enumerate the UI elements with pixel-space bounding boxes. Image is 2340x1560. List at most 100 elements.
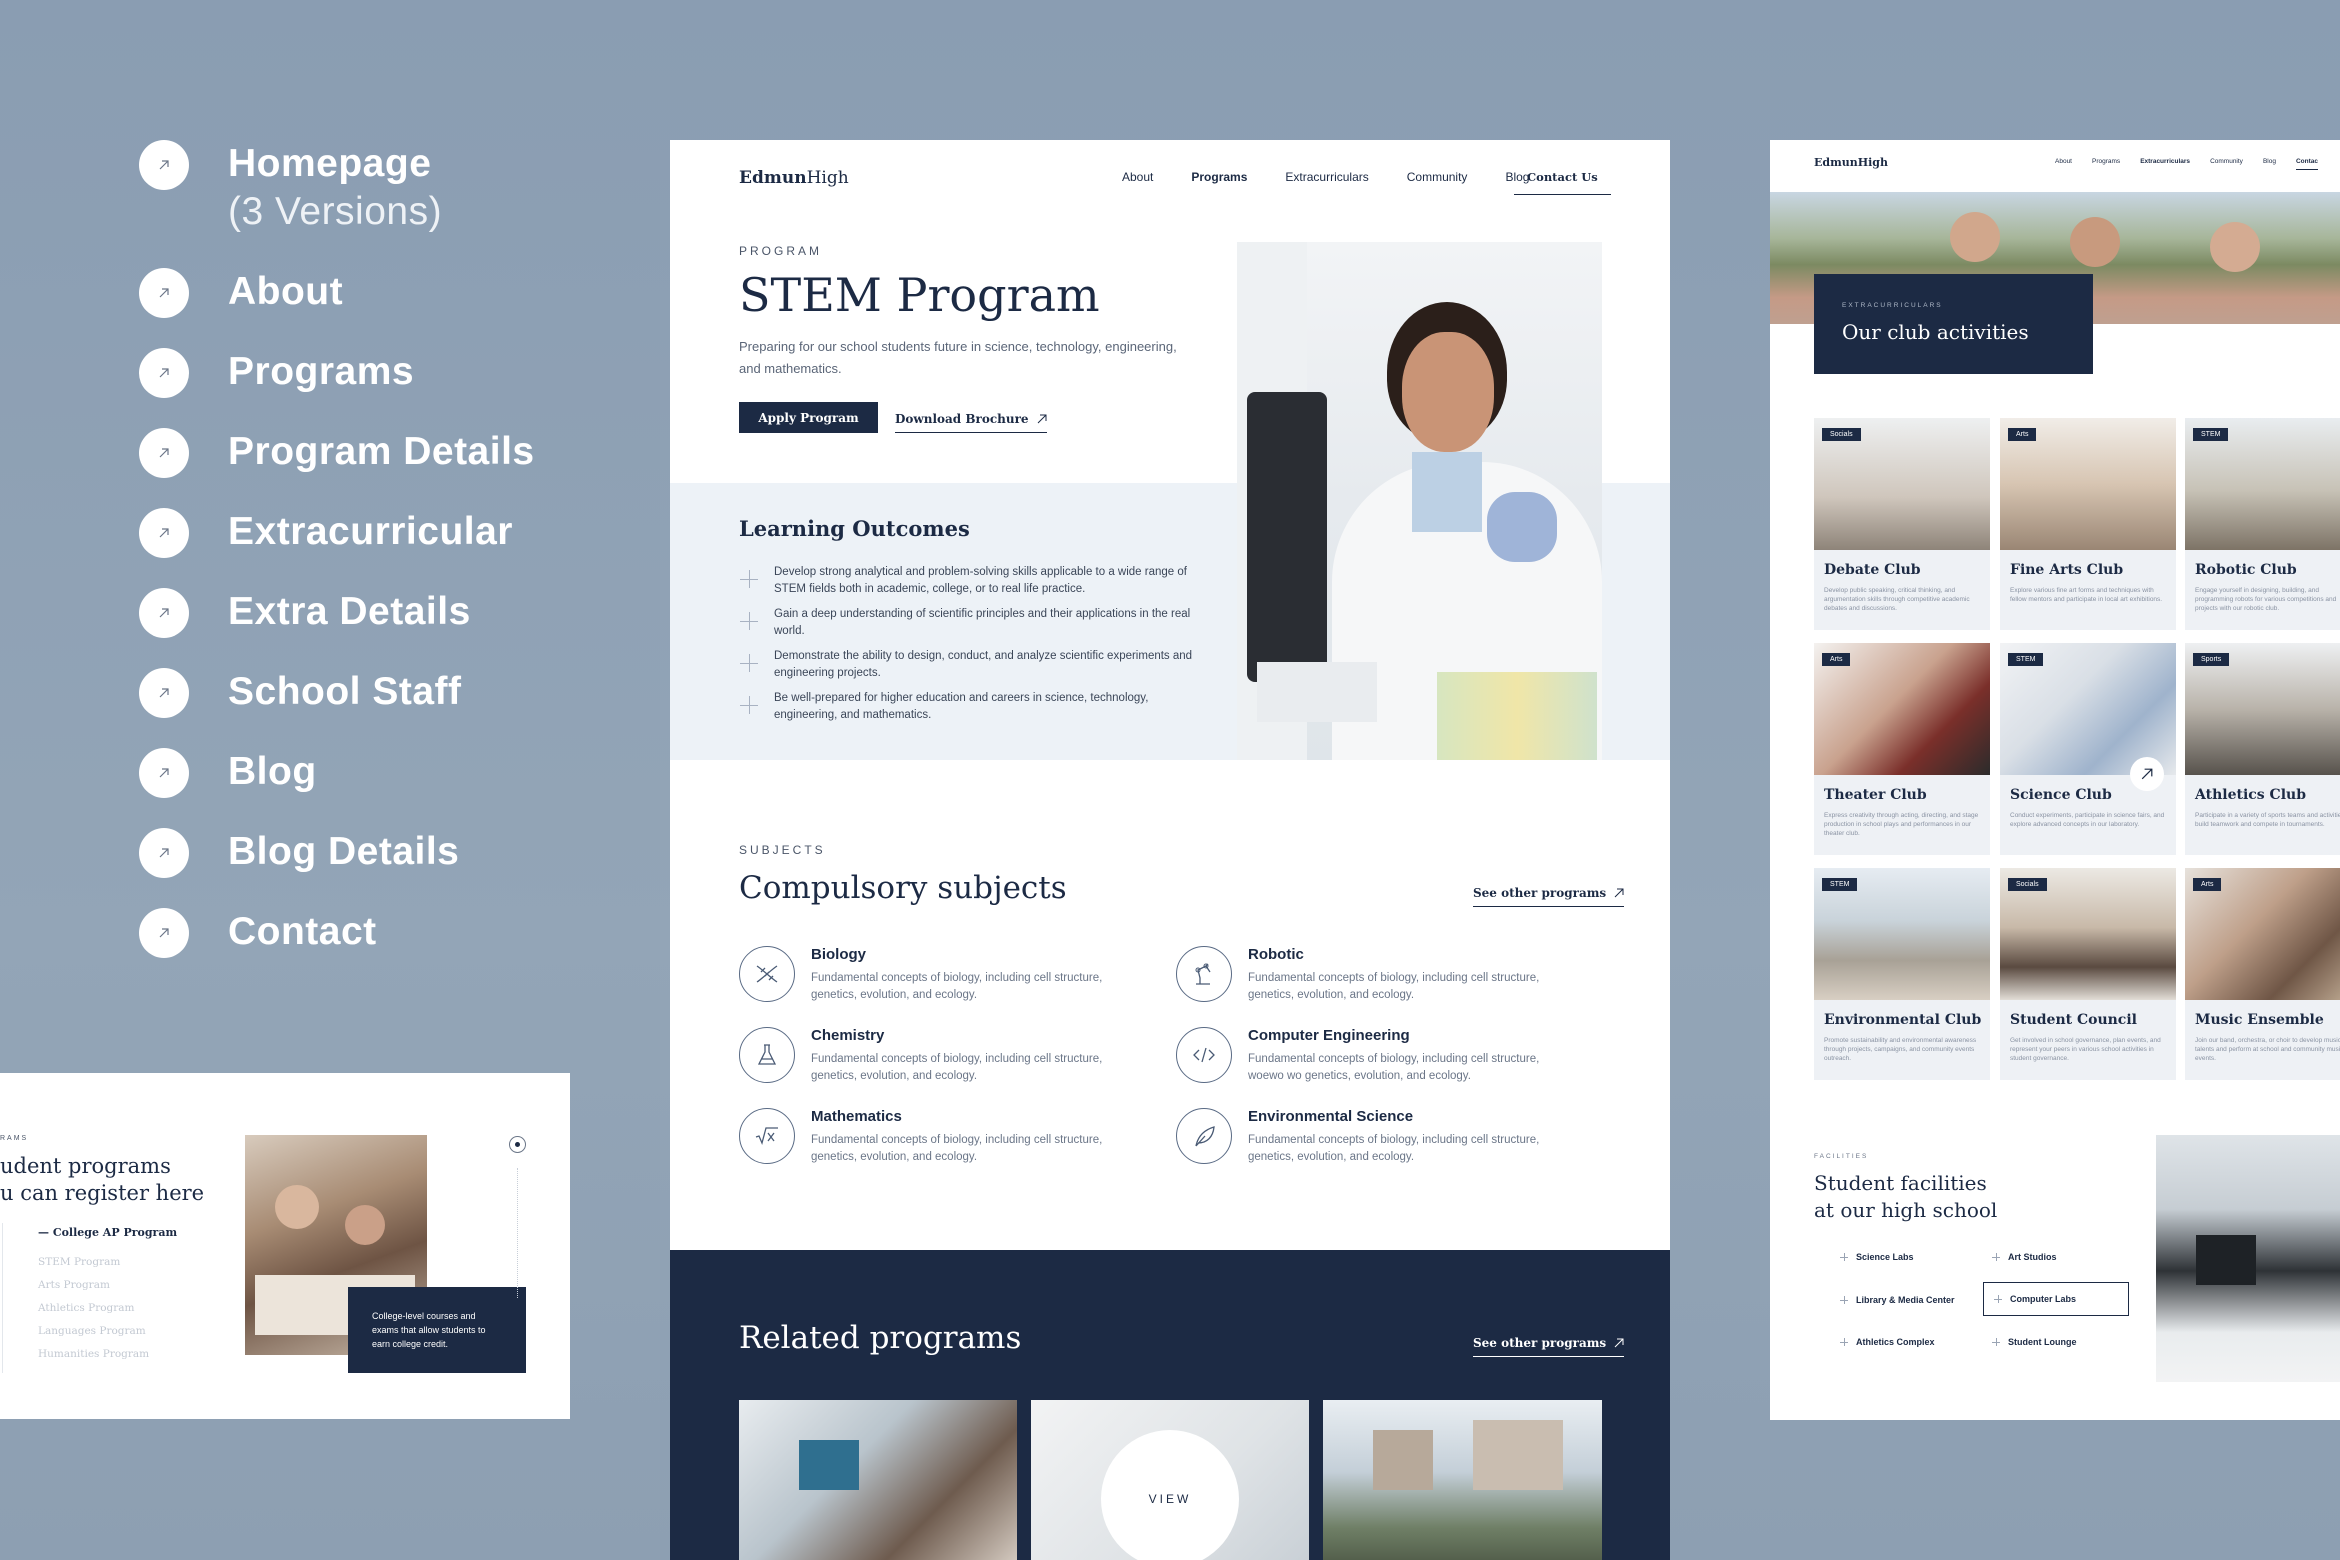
nav-link-extracurriculars[interactable]: Extracurriculars — [2140, 158, 2190, 170]
nav-item-blog[interactable]: Blog — [139, 748, 619, 828]
nav-item-contact[interactable]: Contact — [139, 908, 619, 988]
program-item[interactable]: Languages Program — [38, 1320, 149, 1343]
nav-link-blog[interactable]: Blog — [2263, 158, 2276, 170]
subject-name: Computer Engineering — [1248, 1027, 1410, 1044]
nav-link-programs[interactable]: Programs — [2092, 158, 2120, 170]
club-card-theater[interactable]: Arts Theater Club Express creativity thr… — [1814, 643, 1990, 855]
nav-item-school-staff[interactable]: School Staff — [139, 668, 619, 748]
eyebrow: PROGRAM — [739, 244, 823, 258]
club-card-music[interactable]: Arts Music Ensemble Join our band, orche… — [2185, 868, 2340, 1080]
link-label: Download Brochure — [895, 412, 1029, 426]
club-card-environmental[interactable]: STEM Environmental Club Promote sustaina… — [1814, 868, 1990, 1080]
program-card-photo[interactable] — [1323, 1400, 1602, 1560]
nav-link-about[interactable]: About — [1122, 170, 1153, 184]
subject-environmental-science[interactable]: Environmental Science Fundamental concep… — [1176, 1108, 1596, 1178]
microscope-base — [1257, 662, 1377, 722]
stem-program-page: EdmunHigh About Programs Extracurricular… — [670, 140, 1670, 1560]
plus-icon — [1992, 1338, 2000, 1346]
person-shape — [2210, 222, 2260, 272]
nav-label: About — [228, 270, 344, 313]
club-tag: Arts — [2193, 878, 2222, 891]
arrow-up-right-icon — [139, 828, 189, 878]
see-other-programs-link[interactable]: See other programs — [1473, 882, 1625, 907]
subject-mathematics[interactable]: Mathematics Fundamental concepts of biol… — [739, 1108, 1159, 1178]
program-card-photo[interactable] — [739, 1400, 1017, 1560]
download-brochure-link[interactable]: Download Brochure — [895, 408, 1047, 433]
program-item-active[interactable]: — College AP Program — [38, 1226, 177, 1239]
see-other-programs-link[interactable]: See other programs — [1473, 1332, 1625, 1357]
code-icon — [1176, 1027, 1232, 1083]
club-tag: Sports — [2193, 653, 2230, 666]
facility-item[interactable]: Library & Media Center — [1840, 1295, 1955, 1305]
contact-us-link[interactable]: Contact Us — [1514, 170, 1611, 195]
nav-link-community[interactable]: Community — [1407, 170, 1468, 184]
nav-item-homepage[interactable]: Homepage (3 Versions) — [139, 140, 619, 268]
nav-item-blog-details[interactable]: Blog Details — [139, 828, 619, 908]
club-card-athletics[interactable]: Sports Athletics Club Participate in a v… — [2185, 643, 2340, 855]
robot-arm-icon — [1176, 946, 1232, 1002]
scroll-track — [517, 1168, 518, 1298]
plus-icon — [1840, 1253, 1848, 1261]
nav-link-programs[interactable]: Programs — [1191, 170, 1247, 184]
program-item[interactable]: STEM Program — [38, 1251, 149, 1274]
club-desc: Join our band, orchestra, or choir to de… — [2195, 1037, 2340, 1062]
club-card-science[interactable]: STEM Science Club Conduct experiments, p… — [2000, 643, 2176, 855]
building-shape — [1473, 1420, 1563, 1490]
nav-item-extra-details[interactable]: Extra Details — [139, 588, 619, 668]
program-item[interactable]: Arts Program — [38, 1274, 149, 1297]
logo-part: Edmun — [739, 168, 807, 188]
facility-label: Library & Media Center — [1856, 1295, 1955, 1305]
top-nav: About Programs Extracurriculars Communit… — [2055, 158, 2318, 170]
subject-computer-engineering[interactable]: Computer Engineering Fundamental concept… — [1176, 1027, 1596, 1097]
facility-item[interactable]: Art Studios — [1992, 1252, 2057, 1262]
club-card-debate[interactable]: Socials Debate Club Develop public speak… — [1814, 418, 1990, 630]
club-card-student-council[interactable]: Socials Student Council Get involved in … — [2000, 868, 2176, 1080]
club-name: Theater Club — [1824, 787, 1927, 803]
section-title: udent programs u can register here — [0, 1153, 204, 1207]
contact-us-link[interactable]: Contac — [2295, 158, 2318, 170]
hero-title: Our club activities — [1842, 320, 2029, 344]
hero-title-box: EXTRACURRICULARS Our club activities — [1814, 274, 2093, 374]
subject-name: Environmental Science — [1248, 1108, 1414, 1125]
nav-link-extracurriculars[interactable]: Extracurriculars — [1285, 170, 1368, 184]
subject-chemistry[interactable]: Chemistry Fundamental concepts of biolog… — [739, 1027, 1159, 1097]
nav-item-program-details[interactable]: Program Details — [139, 428, 619, 508]
logo-part: High — [806, 168, 849, 188]
subject-biology[interactable]: Biology Fundamental concepts of biology,… — [739, 946, 1159, 1016]
subject-robotic[interactable]: Robotic Fundamental concepts of biology,… — [1176, 946, 1596, 1016]
facility-item[interactable]: Student Lounge — [1992, 1337, 2077, 1347]
subject-desc: Fundamental concepts of biology, includi… — [811, 1134, 1103, 1163]
subject-desc: Fundamental concepts of biology, includi… — [811, 972, 1103, 1001]
program-item[interactable]: Humanities Program — [38, 1343, 149, 1366]
site-logo[interactable]: EdmunHigh — [739, 168, 849, 188]
person-shape — [2070, 217, 2120, 267]
nav-item-programs[interactable]: Programs — [139, 348, 619, 428]
arrow-up-right-icon — [1037, 414, 1047, 424]
subject-name: Mathematics — [811, 1108, 902, 1125]
plus-icon — [1840, 1338, 1848, 1346]
facility-item-active[interactable]: Computer Labs — [1983, 1282, 2129, 1316]
dot-indicator-icon[interactable] — [509, 1136, 526, 1153]
link-label: See other programs — [1473, 886, 1607, 900]
apply-program-button[interactable]: Apply Program — [739, 402, 878, 433]
nav-link-community[interactable]: Community — [2210, 158, 2243, 170]
facility-item[interactable]: Athletics Complex — [1840, 1337, 1935, 1347]
arrow-up-right-icon[interactable] — [2130, 757, 2164, 791]
microscope-shape — [1247, 392, 1327, 682]
view-button[interactable]: VIEW — [1101, 1430, 1239, 1560]
nav-label: Program Details — [228, 430, 535, 473]
club-card-fine-arts[interactable]: Arts Fine Arts Club Explore various fine… — [2000, 418, 2176, 630]
eyebrow: SUBJECTS — [739, 843, 826, 857]
site-logo[interactable]: EdmunHigh — [1814, 156, 1888, 169]
shirt-shape — [1412, 452, 1482, 532]
nav-link-about[interactable]: About — [2055, 158, 2072, 170]
nav-item-about[interactable]: About — [139, 268, 619, 348]
nav-label: Extracurricular — [228, 510, 513, 553]
program-item[interactable]: Athletics Program — [38, 1297, 149, 1320]
nav-item-extracurricular[interactable]: Extracurricular — [139, 508, 619, 588]
program-card-photo[interactable]: VIEW — [1031, 1400, 1309, 1560]
eyebrow: RAMS — [0, 1135, 29, 1142]
facility-item[interactable]: Science Labs — [1840, 1252, 1914, 1262]
outcome-item: Demonstrate the ability to design, condu… — [774, 650, 1193, 679]
club-card-robotic[interactable]: STEM Robotic Club Engage yourself in des… — [2185, 418, 2340, 630]
